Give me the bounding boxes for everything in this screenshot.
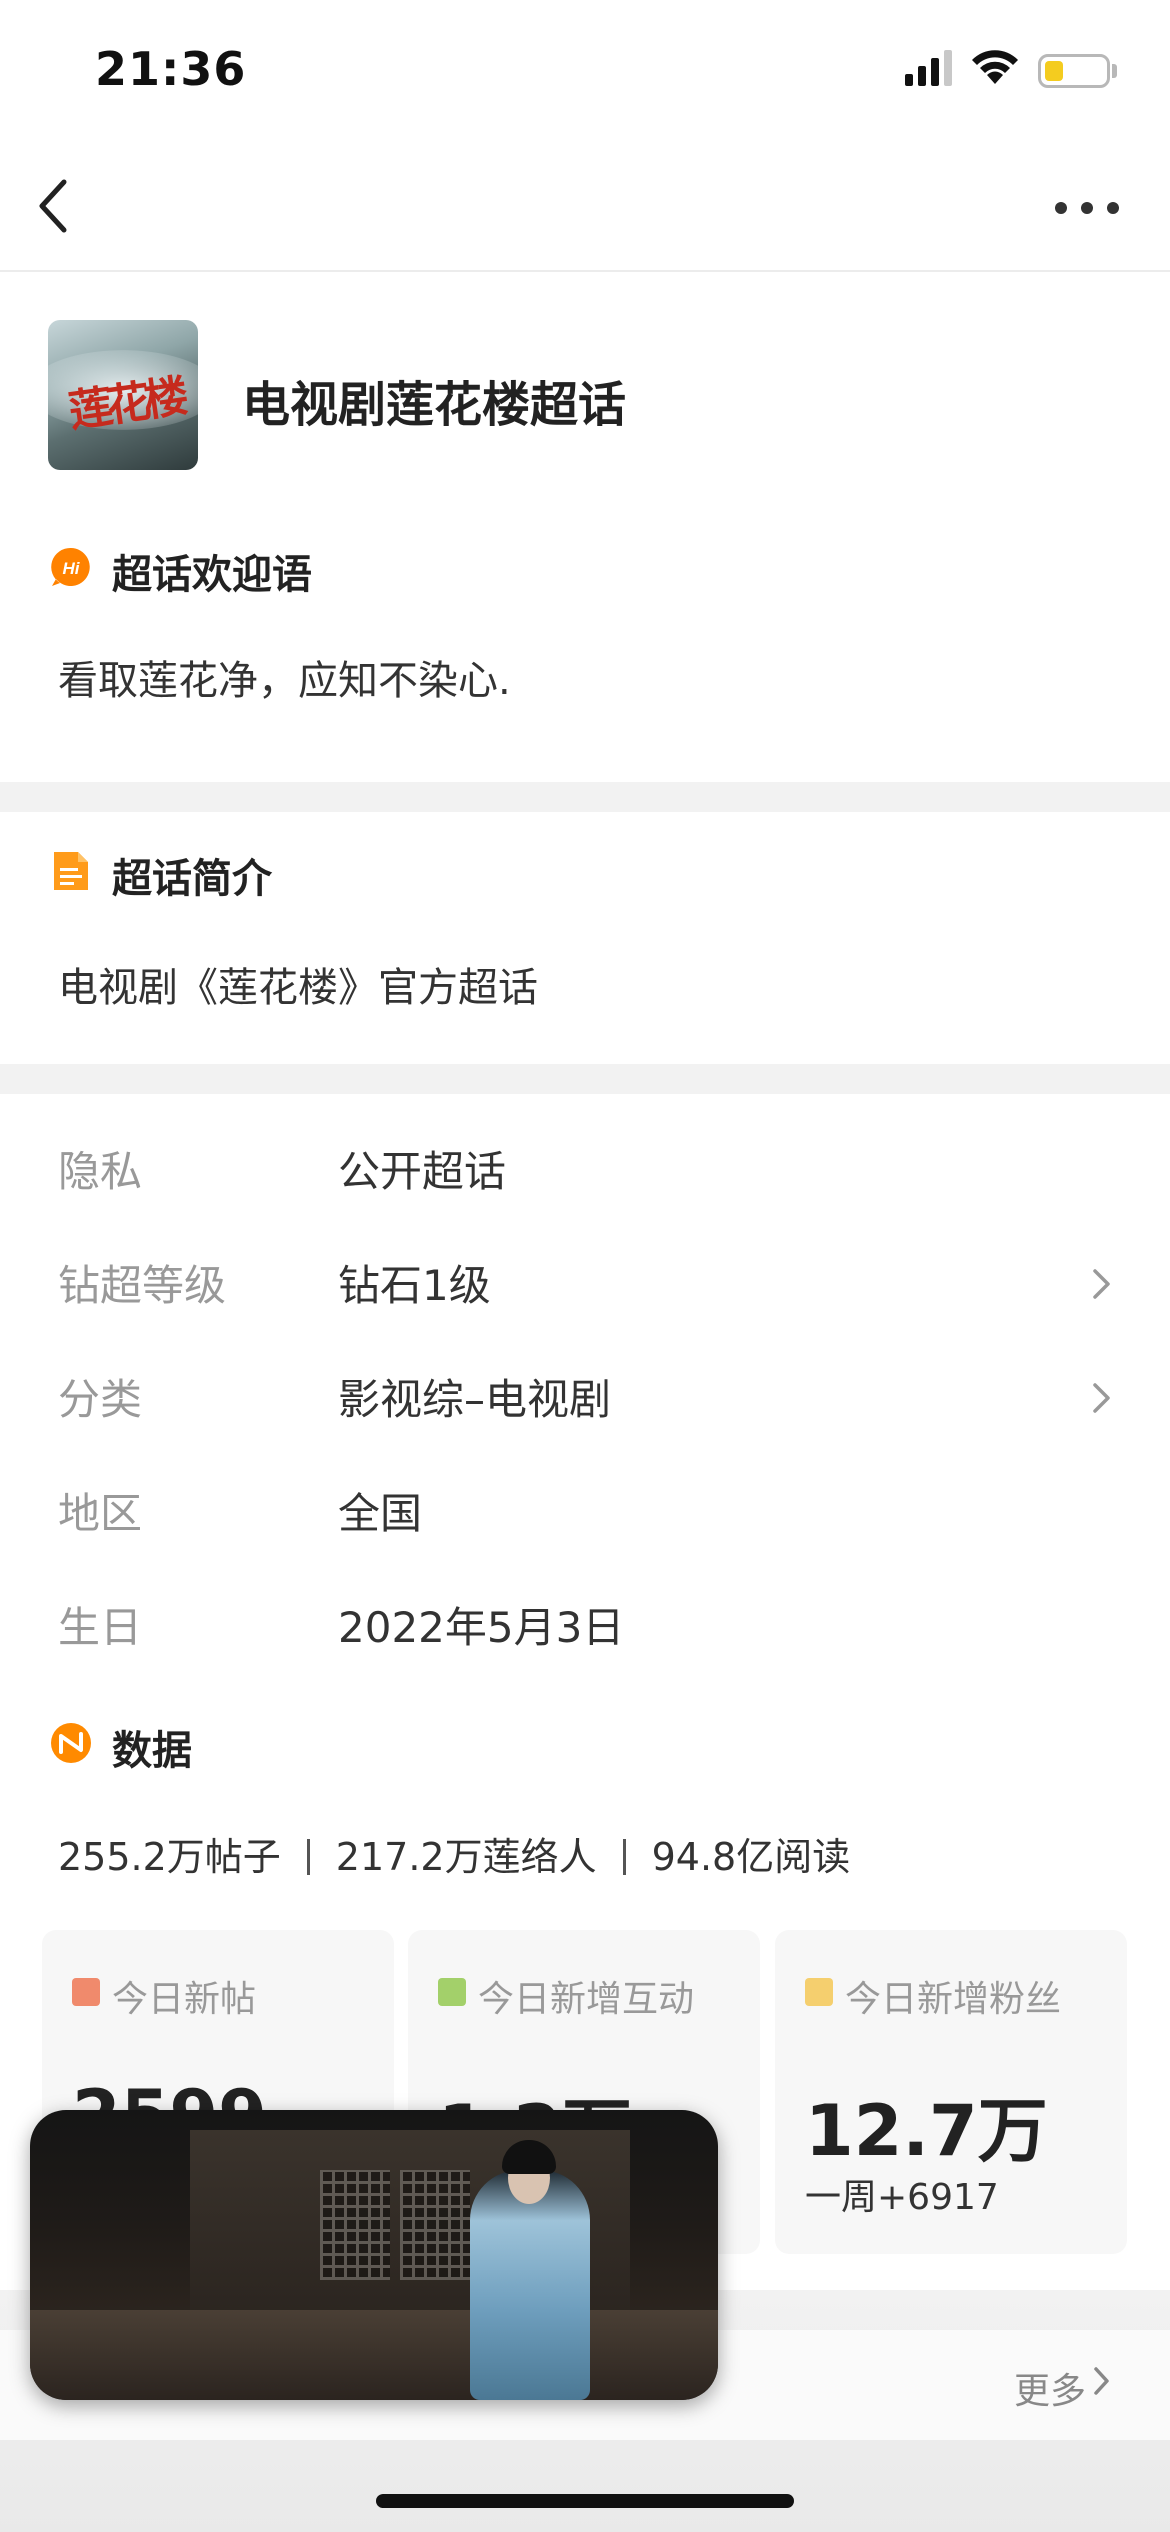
info-row-category[interactable]: 分类 影视综–电视剧 (0, 1356, 1170, 1436)
info-label: 地区 (58, 1489, 143, 1538)
legend-swatch (72, 1978, 100, 2006)
data-n-icon (51, 1723, 91, 1763)
chevron-right-icon (1094, 2367, 1109, 2395)
info-label: 钻超等级 (58, 1261, 227, 1310)
info-row-privacy: 隐私 公开超话 (0, 1128, 1170, 1208)
separator (306, 1839, 310, 1875)
hi-badge-icon: Hi (51, 547, 90, 586)
more-options-icon[interactable] (1055, 196, 1125, 220)
battery-cap (1112, 64, 1117, 78)
info-label: 隐私 (58, 1147, 143, 1196)
section-divider (0, 782, 1170, 812)
data-title: 数据 (112, 1728, 192, 1774)
card-label: 今日新帖 (112, 1979, 257, 2020)
stat-card-new-fans[interactable]: 今日新增粉丝 12.7万 一周+6917 (775, 1930, 1127, 2254)
section-divider (0, 1064, 1170, 1094)
svg-text:Hi: Hi (63, 559, 81, 578)
stats-summary: 255.2万帖子 217.2万莲络人 94.8亿阅读 (58, 1826, 850, 1881)
card-label: 今日新增粉丝 (845, 1979, 1062, 2020)
more-link[interactable]: 更多 (1014, 2362, 1086, 2414)
legend-swatch (805, 1978, 833, 2006)
intro-text: 电视剧《莲花楼》官方超话 (58, 965, 538, 1011)
reads-count: 94.8亿阅读 (651, 1835, 851, 1879)
info-value: 全国 (338, 1489, 423, 1538)
info-row-level[interactable]: 钻超等级 钻石1级 (0, 1242, 1170, 1322)
posts-count: 255.2万帖子 (58, 1835, 281, 1879)
battery-icon (1038, 54, 1110, 88)
video-scene-window (400, 2170, 470, 2280)
legend-swatch (438, 1978, 466, 2006)
info-label: 生日 (58, 1603, 143, 1652)
card-label: 今日新增互动 (478, 1979, 695, 2020)
chevron-right-icon (1093, 1383, 1110, 1413)
info-row-region: 地区 全国 (0, 1470, 1170, 1550)
intro-title: 超话简介 (112, 856, 272, 902)
info-value: 公开超话 (338, 1147, 507, 1196)
welcome-title: 超话欢迎语 (112, 552, 312, 598)
card-weekly-change: 一周+6917 (805, 2177, 999, 2218)
info-value: 2022年5月3日 (338, 1603, 625, 1652)
page-title: 电视剧莲花楼超话 (242, 377, 627, 433)
welcome-text: 看取莲花净，应知不染心. (58, 658, 511, 704)
clock: 21:36 (95, 42, 247, 96)
home-indicator[interactable] (376, 2494, 794, 2508)
video-scene-floor (30, 2310, 718, 2400)
card-value: 12.7万 (805, 2090, 1048, 2172)
back-arrow-icon[interactable] (30, 176, 80, 236)
document-icon (54, 852, 88, 890)
info-label: 分类 (58, 1375, 143, 1424)
wifi-icon (972, 50, 1018, 84)
super-topic-cover-image[interactable]: 莲花楼 (48, 320, 198, 470)
info-row-birthday: 生日 2022年5月3日 (0, 1584, 1170, 1664)
chevron-right-icon (1093, 1269, 1110, 1299)
nav-bar (0, 140, 1170, 272)
video-scene-window (320, 2170, 390, 2280)
separator (622, 1839, 626, 1875)
video-character (470, 2170, 590, 2400)
floating-video-player[interactable] (30, 2110, 718, 2400)
info-value: 钻石1级 (338, 1261, 491, 1310)
status-bar: 21:36 (0, 0, 1170, 140)
signal-icon (905, 50, 952, 86)
info-value: 影视综–电视剧 (338, 1375, 612, 1424)
members-count: 217.2万莲络人 (335, 1835, 597, 1879)
